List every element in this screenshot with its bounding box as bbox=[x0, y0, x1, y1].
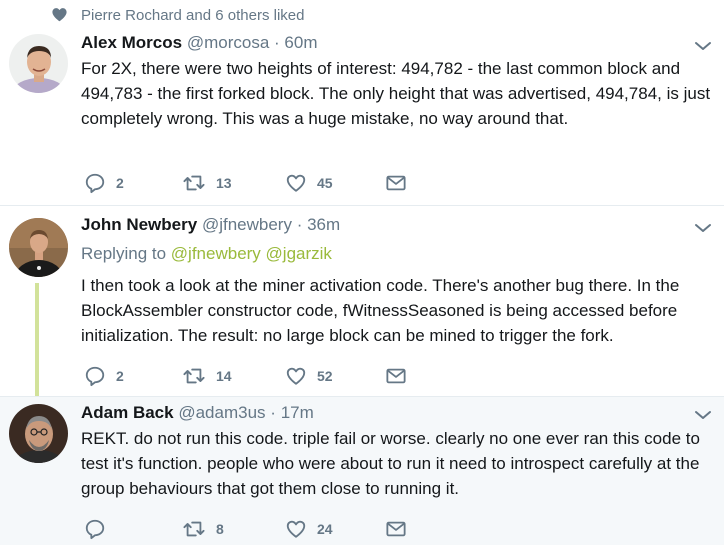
tweet-header: John Newbery @jfnewbery · 36m bbox=[81, 215, 340, 235]
envelope-icon bbox=[386, 368, 406, 384]
reply-icon bbox=[85, 173, 105, 194]
mention-link[interactable]: @jfnewbery bbox=[171, 244, 261, 263]
tweet-time[interactable]: 17m bbox=[281, 403, 314, 422]
author-handle[interactable]: @jfnewbery bbox=[202, 215, 292, 234]
replying-to: Replying to @jfnewbery @jgarzik bbox=[81, 244, 332, 264]
like-count: 24 bbox=[317, 521, 333, 537]
reply-icon bbox=[85, 519, 105, 540]
avatar[interactable] bbox=[9, 34, 68, 93]
liked-by-text[interactable]: Pierre Rochard and 6 others liked bbox=[81, 7, 304, 24]
chevron-down-icon[interactable] bbox=[694, 222, 712, 234]
retweet-button[interactable]: 14 bbox=[182, 365, 232, 387]
chevron-down-icon[interactable] bbox=[694, 409, 712, 421]
like-count: 45 bbox=[317, 175, 333, 191]
reply-button[interactable]: 2 bbox=[84, 172, 124, 194]
tweet-text: I then took a look at the miner activati… bbox=[81, 276, 680, 345]
heart-icon bbox=[286, 367, 306, 385]
tweet-text: For 2X, there were two heights of intere… bbox=[81, 59, 711, 128]
tweet[interactable]: Adam Back @adam3us · 17m REKT. do not ru… bbox=[0, 396, 724, 545]
tweet-header: Adam Back @adam3us · 17m bbox=[81, 403, 314, 423]
retweet-count: 8 bbox=[216, 521, 224, 537]
tweet[interactable]: Alex Morcos @morcosa · 60m For 2X, there… bbox=[0, 30, 724, 206]
retweet-button[interactable]: 13 bbox=[182, 172, 232, 194]
tweet-actions: 2 13 45 bbox=[81, 172, 431, 194]
like-count: 52 bbox=[317, 368, 333, 384]
like-button[interactable]: 24 bbox=[285, 518, 333, 540]
direct-message-button[interactable] bbox=[385, 172, 407, 194]
tweet-time[interactable]: 60m bbox=[284, 33, 317, 52]
like-button[interactable]: 45 bbox=[285, 172, 333, 194]
retweet-count: 13 bbox=[216, 175, 232, 191]
tweet[interactable]: John Newbery @jfnewbery · 36m Replying t… bbox=[0, 206, 724, 396]
direct-message-button[interactable] bbox=[385, 365, 407, 387]
reply-button[interactable]: 2 bbox=[84, 365, 124, 387]
separator-dot: · bbox=[270, 403, 276, 422]
retweet-icon bbox=[183, 175, 205, 191]
author-handle[interactable]: @morcosa bbox=[187, 33, 269, 52]
author-handle[interactable]: @adam3us bbox=[178, 403, 265, 422]
separator-dot: · bbox=[296, 215, 303, 234]
tweet-text: REKT. do not run this code. triple fail … bbox=[81, 429, 700, 498]
reply-count: 2 bbox=[116, 175, 124, 191]
envelope-icon bbox=[386, 175, 406, 191]
avatar[interactable] bbox=[9, 218, 68, 277]
author-name[interactable]: Adam Back bbox=[81, 403, 174, 422]
heart-icon bbox=[286, 174, 306, 192]
tweet-time[interactable]: 36m bbox=[307, 215, 340, 234]
direct-message-button[interactable] bbox=[385, 518, 407, 540]
mention-link[interactable]: @jgarzik bbox=[266, 244, 332, 263]
liked-by-row: Pierre Rochard and 6 others liked bbox=[0, 0, 724, 30]
replying-to-label: Replying to bbox=[81, 244, 167, 263]
retweet-icon bbox=[183, 368, 205, 384]
chevron-down-icon[interactable] bbox=[694, 40, 712, 52]
heart-icon bbox=[52, 8, 67, 22]
thread-connector bbox=[35, 283, 39, 398]
tweet-actions: 8 24 bbox=[81, 518, 431, 540]
reply-count: 2 bbox=[116, 368, 124, 384]
retweet-button[interactable]: 8 bbox=[182, 518, 224, 540]
author-name[interactable]: Alex Morcos bbox=[81, 33, 182, 52]
reply-icon bbox=[85, 366, 105, 387]
envelope-icon bbox=[386, 521, 406, 537]
tweet-header: Alex Morcos @morcosa · 60m bbox=[81, 33, 318, 53]
separator-dot: · bbox=[274, 33, 280, 52]
retweet-icon bbox=[183, 521, 205, 537]
heart-icon bbox=[286, 520, 306, 538]
author-name[interactable]: John Newbery bbox=[81, 215, 197, 234]
retweet-count: 14 bbox=[216, 368, 232, 384]
reply-button[interactable] bbox=[84, 518, 116, 540]
avatar[interactable] bbox=[9, 404, 68, 463]
tweet-actions: 2 14 52 bbox=[81, 365, 431, 387]
like-button[interactable]: 52 bbox=[285, 365, 333, 387]
